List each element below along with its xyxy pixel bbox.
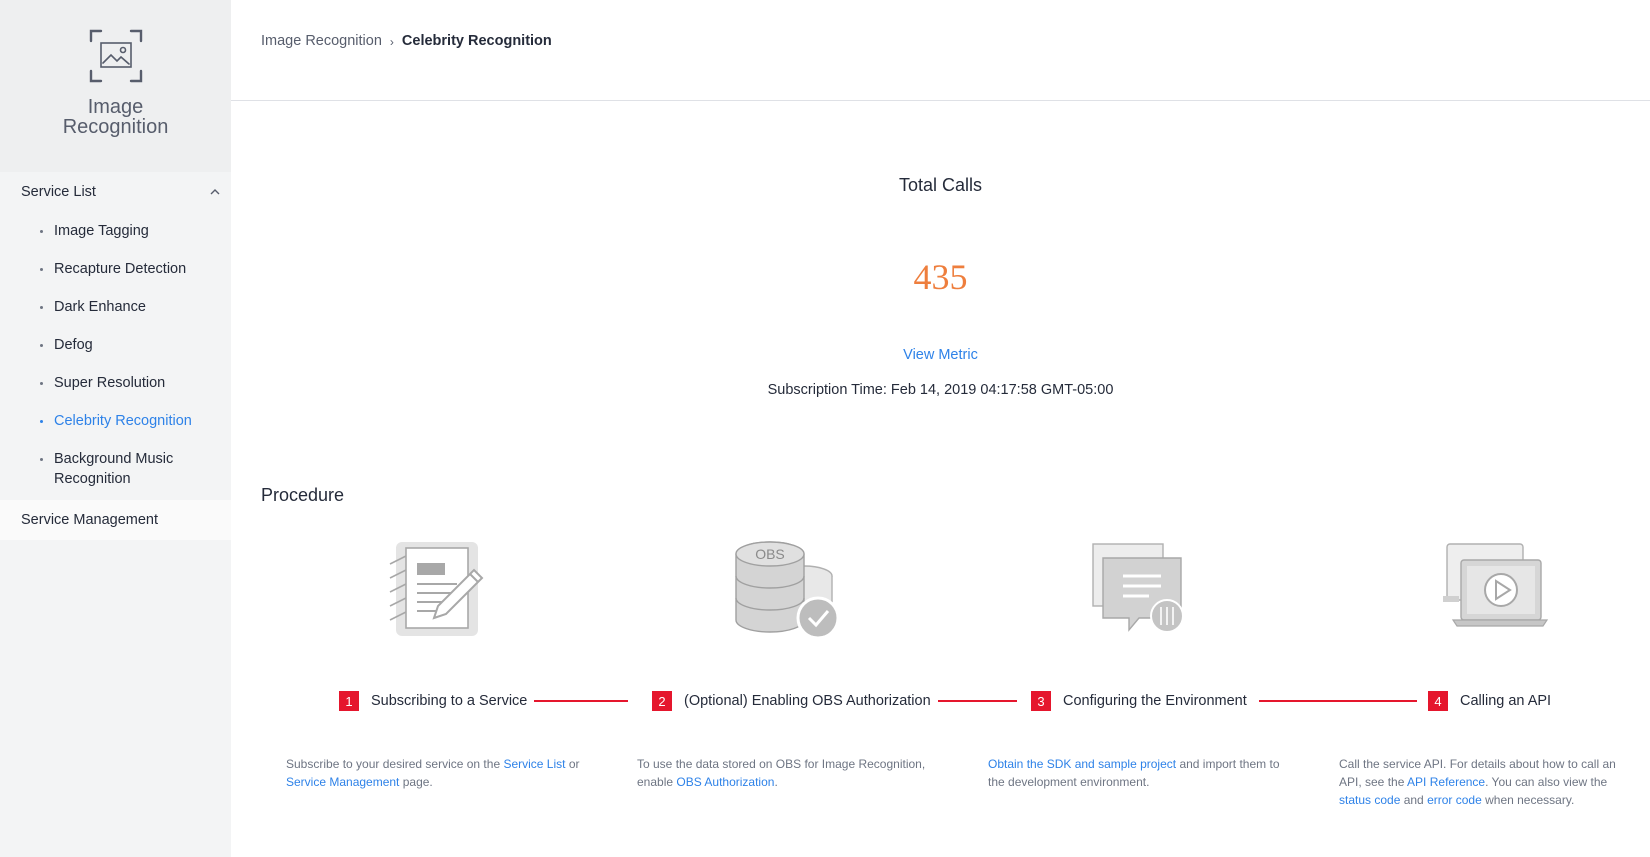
environment-config-icon <box>1092 543 1184 633</box>
step-1-description: Subscribe to your desired service on the… <box>286 755 586 791</box>
subscription-time: Subscription Time: Feb 14, 2019 04:17:58… <box>767 382 1114 398</box>
sidebar-item-celebrity-recognition[interactable]: Celebrity Recognition <box>0 402 231 440</box>
sidebar: Image Recognition Service List Image Tag… <box>0 0 231 857</box>
desc-text: when necessary. <box>1481 793 1575 807</box>
step-connector <box>534 700 628 702</box>
step-number: 4 <box>1428 691 1448 711</box>
service-management-link[interactable]: Service Management <box>0 500 231 540</box>
main-content: Image Recognition › Celebrity Recognitio… <box>231 0 1650 857</box>
service-management-desc-link[interactable]: Service Management <box>286 775 399 789</box>
sidebar-item-label: Celebrity Recognition <box>54 413 192 429</box>
obtain-sdk-link[interactable]: Obtain the SDK and sample project <box>988 757 1176 771</box>
bullet-icon <box>40 344 43 347</box>
step-label: Configuring the Environment <box>1063 693 1247 709</box>
sidebar-item-label: Image Tagging <box>54 223 149 239</box>
step-connector <box>1259 700 1417 702</box>
desc-text: . <box>774 775 778 789</box>
step-4-description: Call the service API. For details about … <box>1339 755 1639 809</box>
desc-text: page. <box>399 775 433 789</box>
step-1: 1 Subscribing to a Service <box>339 690 527 712</box>
desc-text: Subscribe to your desired service on the <box>286 757 504 771</box>
desc-text: . You can also view the <box>1485 775 1608 789</box>
obs-storage-icon: OBS <box>735 541 840 640</box>
sidebar-item-super-resolution[interactable]: Super Resolution <box>0 364 231 402</box>
api-reference-link[interactable]: API Reference <box>1407 775 1485 789</box>
obs-icon-label: OBS <box>755 546 785 562</box>
api-call-icon <box>1443 543 1549 627</box>
sidebar-item-background-music-recognition[interactable]: Background Music Recognition <box>0 440 200 498</box>
error-code-link[interactable]: error code <box>1427 793 1482 807</box>
desc-text: and <box>1400 793 1428 807</box>
breadcrumb: Image Recognition › Celebrity Recognitio… <box>231 0 1650 101</box>
bullet-icon <box>40 230 43 233</box>
sidebar-item-image-tagging[interactable]: Image Tagging <box>0 212 231 250</box>
bullet-icon <box>40 268 43 271</box>
status-code-link[interactable]: status code <box>1339 793 1400 807</box>
view-metric-link[interactable]: View Metric <box>903 347 978 363</box>
sidebar-item-label: Super Resolution <box>54 375 166 391</box>
obs-authorization-link[interactable]: OBS Authorization <box>676 775 774 789</box>
step-label: (Optional) Enabling OBS Authorization <box>684 693 931 709</box>
sidebar-item-label: Recapture Detection <box>54 261 187 277</box>
image-icon <box>89 29 142 83</box>
breadcrumb-current: Celebrity Recognition <box>401 33 552 49</box>
sidebar-item-recapture-detection[interactable]: Recapture Detection <box>0 250 231 288</box>
step-2: 2 (Optional) Enabling OBS Authorization <box>652 690 931 712</box>
service-management-label: Service Management <box>21 512 159 528</box>
desc-text: or <box>565 757 580 771</box>
bullet-icon <box>40 420 43 423</box>
total-calls-value: 435 <box>913 257 968 297</box>
total-calls-title: Total Calls <box>898 175 983 195</box>
chevron-up-icon <box>210 189 220 195</box>
sidebar-item-label: Background Music Recognition <box>54 451 174 487</box>
step-3-description: Obtain the SDK and sample project and im… <box>988 755 1288 791</box>
sidebar-item-dark-enhance[interactable]: Dark Enhance <box>0 288 231 326</box>
procedure-title: Procedure <box>261 485 345 505</box>
brand-title: Image Recognition <box>62 96 169 138</box>
step-number: 2 <box>652 691 672 711</box>
sidebar-item-defog[interactable]: Defog <box>0 326 231 364</box>
step-connector <box>938 700 1017 702</box>
bullet-icon <box>40 382 43 385</box>
step-3: 3 Configuring the Environment <box>1031 690 1247 712</box>
bullet-icon <box>40 306 43 309</box>
step-label: Subscribing to a Service <box>371 693 528 709</box>
brand: Image Recognition <box>0 0 231 172</box>
document-edit-icon <box>389 542 484 636</box>
service-list-link[interactable]: Service List <box>503 757 565 771</box>
step-4: 4 Calling an API <box>1428 690 1551 712</box>
service-list-label: Service List <box>21 184 96 200</box>
sidebar-item-label: Dark Enhance <box>54 299 146 315</box>
sidebar-item-label: Defog <box>54 337 93 353</box>
step-number: 3 <box>1031 691 1051 711</box>
step-2-description: To use the data stored on OBS for Image … <box>637 755 937 791</box>
service-list-toggle[interactable]: Service List <box>0 172 231 212</box>
step-label: Calling an API <box>1460 693 1552 709</box>
breadcrumb-parent[interactable]: Image Recognition <box>261 33 382 49</box>
chevron-right-icon: › <box>389 35 394 49</box>
service-list: Image Tagging Recapture Detection Dark E… <box>0 212 231 498</box>
sidebar-nav: Service List Image Tagging Recapture Det… <box>0 172 231 540</box>
bullet-icon <box>40 458 43 461</box>
step-number: 1 <box>339 691 359 711</box>
